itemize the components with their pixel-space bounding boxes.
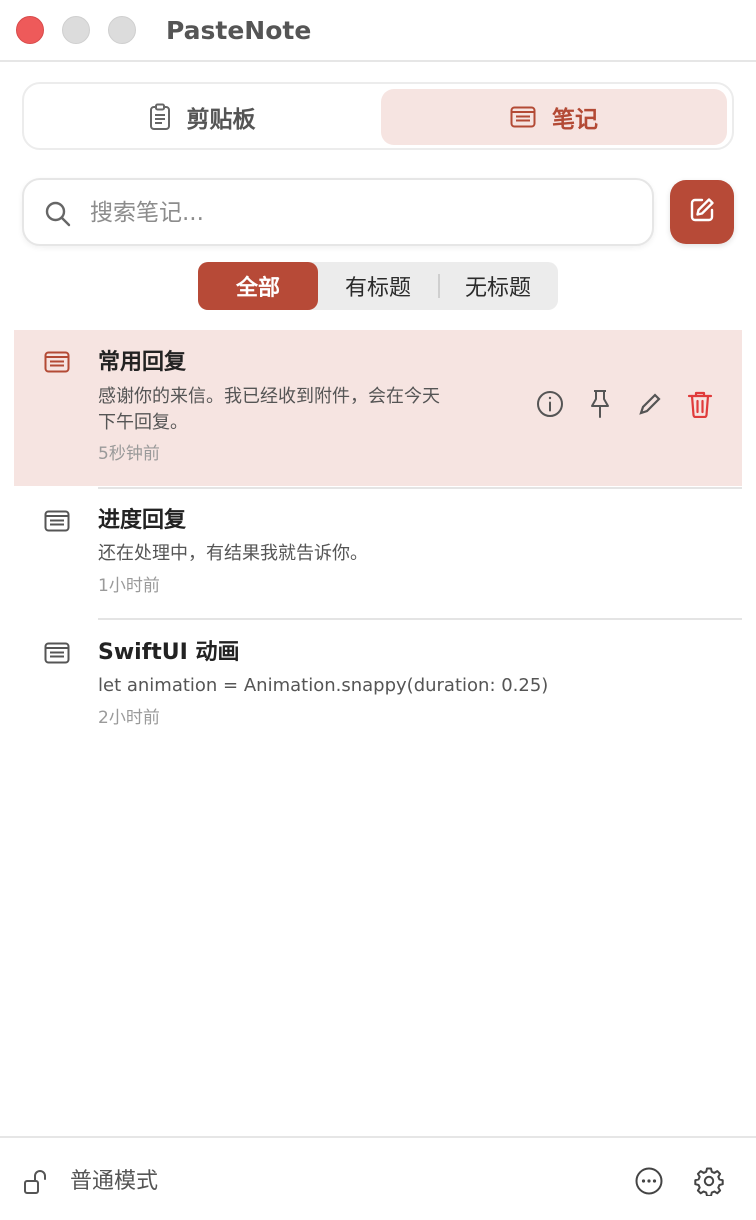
tab-notes[interactable]: 笔记 (381, 89, 727, 145)
note-title: 常用回复 (98, 350, 187, 375)
note-icon (44, 642, 70, 668)
minimize-window-button[interactable] (62, 16, 90, 44)
pin-button[interactable] (586, 389, 614, 423)
filter-titled[interactable]: 有标题 (318, 262, 438, 310)
pastenote-window: PasteNote 剪贴板 笔记 搜索笔记... 全部 有标题 无标题 常用回复… (0, 0, 756, 1220)
note-timestamp: 1小时前 (98, 576, 160, 596)
pencil-icon (637, 391, 663, 421)
delete-note-button[interactable] (686, 390, 714, 422)
more-icon (634, 1167, 664, 1200)
settings-button[interactable] (694, 1166, 724, 1197)
note-title: 进度回复 (98, 508, 187, 533)
main-tab-bar: 剪贴板 笔记 (22, 82, 734, 150)
note-content-line: let animation = Animation.snappy(duratio… (98, 675, 549, 696)
info-icon (536, 390, 564, 422)
trash-icon (687, 390, 713, 422)
search-box (22, 178, 654, 246)
note-timestamp: 5秒钟前 (98, 444, 160, 464)
note-timestamp: 2小时前 (98, 708, 160, 728)
note-title: SwiftUI 动画 (98, 640, 240, 665)
edit-note-button[interactable] (636, 392, 664, 420)
info-button[interactable] (536, 390, 564, 422)
mode-label: 普通模式 (70, 1169, 159, 1194)
title-bar: PasteNote (0, 0, 756, 62)
note-content-line: 下午回复。 (98, 412, 188, 433)
filter-segmented-control: 全部 有标题 无标题 (198, 262, 558, 310)
note-list-item[interactable]: SwiftUI 动画 let animation = Animation.sna… (14, 622, 742, 750)
new-note-button[interactable] (670, 180, 734, 244)
note-content-line: 感谢你的来信。我已经收到附件，会在今天 (98, 386, 440, 407)
filter-all[interactable]: 全部 (198, 262, 318, 310)
clipboard-icon (149, 103, 171, 131)
note-list-item[interactable]: 常用回复 感谢你的来信。我已经收到附件，会在今天 下午回复。 5秒钟前 (14, 330, 742, 486)
tab-notes-label: 笔记 (552, 107, 598, 133)
compose-icon (688, 196, 716, 228)
maximize-window-button[interactable] (108, 16, 136, 44)
close-window-button[interactable] (16, 16, 44, 44)
note-icon (44, 351, 70, 377)
gear-icon (694, 1167, 724, 1200)
note-icon (44, 510, 70, 536)
search-input[interactable] (90, 192, 630, 234)
pin-icon (587, 389, 613, 423)
list-divider (98, 618, 742, 620)
more-options-button[interactable] (634, 1166, 664, 1196)
unlock-icon[interactable] (22, 1168, 50, 1200)
note-actions (536, 389, 714, 423)
bottom-bar: 普通模式 (0, 1136, 756, 1220)
filter-untitled[interactable]: 无标题 (438, 262, 558, 310)
note-list-item[interactable]: 进度回复 还在处理中，有结果我就告诉你。 1小时前 (14, 490, 742, 618)
note-icon (510, 106, 536, 128)
tab-clipboard[interactable]: 剪贴板 (29, 89, 375, 145)
tab-clipboard-label: 剪贴板 (186, 107, 256, 133)
note-content-line: 还在处理中，有结果我就告诉你。 (98, 543, 368, 564)
app-title: PasteNote (166, 16, 312, 45)
list-divider (98, 487, 742, 489)
